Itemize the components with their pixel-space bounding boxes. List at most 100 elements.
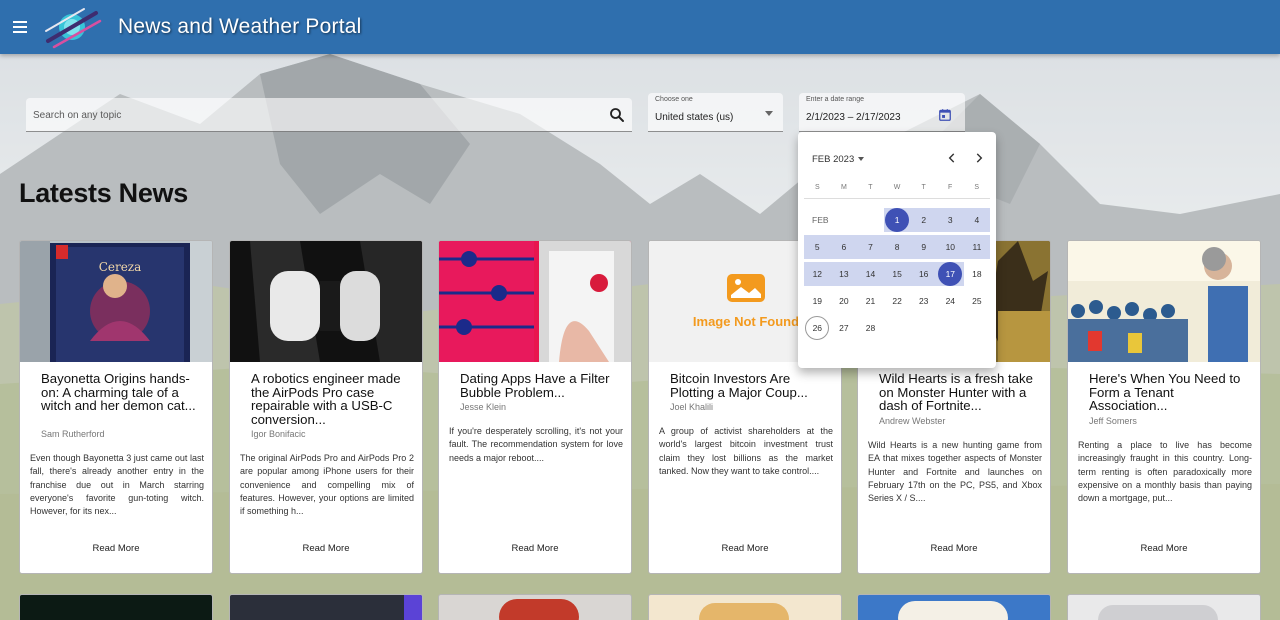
calendar-day[interactable]: 6 bbox=[831, 235, 858, 259]
read-more-button[interactable]: Read More bbox=[1068, 543, 1260, 554]
menu-icon[interactable] bbox=[10, 16, 32, 38]
previous-month-icon[interactable] bbox=[945, 151, 959, 165]
country-select[interactable]: Choose one United states (us) bbox=[648, 93, 783, 132]
calendar-day-label: 22 bbox=[892, 296, 902, 306]
read-more-button[interactable]: Read More bbox=[230, 543, 422, 554]
calendar-day[interactable]: 19 bbox=[804, 289, 831, 313]
calendar-day[interactable]: 28 bbox=[857, 316, 884, 340]
news-author: Igor Bonifacic bbox=[251, 429, 306, 439]
news-card bbox=[229, 594, 423, 620]
calendar-day-label: 7 bbox=[868, 242, 873, 252]
news-card bbox=[438, 594, 632, 620]
calendar-day-label: 16 bbox=[918, 269, 929, 279]
calendar-day[interactable]: 8 bbox=[884, 235, 911, 259]
calendar-day-label: 15 bbox=[892, 269, 902, 279]
calendar-day[interactable]: 16 bbox=[910, 262, 937, 286]
date-range-picker: FEB 2023 SMTWTFS FEB 1 2 3 4 5 6 7 8 9 10 11 12 13 14… bbox=[798, 132, 996, 368]
calendar-day-label: 21 bbox=[865, 296, 876, 306]
calendar-day[interactable]: 25 bbox=[964, 289, 991, 313]
search-input[interactable] bbox=[26, 98, 586, 132]
calendar-day[interactable]: 9 bbox=[910, 235, 937, 259]
calendar-day-label: 11 bbox=[972, 242, 982, 252]
calendar-day-label: 5 bbox=[814, 242, 820, 252]
news-description: Wild Hearts is a new hunting game from E… bbox=[868, 440, 1042, 504]
calendar-day-label: 23 bbox=[918, 296, 929, 306]
news-title[interactable]: A robotics engineer made the AirPods Pro… bbox=[251, 372, 411, 426]
calendar-day[interactable]: 15 bbox=[884, 262, 911, 286]
calendar-day-label: 4 bbox=[974, 215, 980, 225]
calendar-day[interactable]: 24 bbox=[937, 289, 964, 313]
next-month-icon[interactable] bbox=[972, 151, 986, 165]
calendar-day[interactable]: 7 bbox=[857, 235, 884, 259]
calendar-day[interactable]: 4 bbox=[964, 208, 991, 232]
calendar-day-label: 13 bbox=[839, 269, 849, 279]
news-description: The original AirPods Pro and AirPods Pro… bbox=[240, 453, 414, 517]
calendar-icon[interactable] bbox=[938, 108, 952, 122]
date-range-field[interactable]: Enter a date range 2/1/2023 – 2/17/2023 bbox=[799, 93, 965, 132]
calendar-day[interactable]: 17 bbox=[937, 262, 964, 286]
svg-text:Cereza: Cereza bbox=[99, 260, 142, 274]
period-button[interactable]: FEB 2023 bbox=[812, 154, 865, 165]
calendar-day-label: 10 bbox=[945, 242, 956, 252]
calendar-day[interactable]: 2 bbox=[910, 208, 937, 232]
calendar-day[interactable]: 26 bbox=[804, 316, 831, 340]
news-title[interactable]: Bitcoin Investors Are Plotting a Major C… bbox=[670, 372, 830, 399]
divider bbox=[804, 198, 990, 199]
calendar-day[interactable]: 14 bbox=[857, 262, 884, 286]
calendar-day[interactable]: 11 bbox=[964, 235, 991, 259]
weekday-label: W bbox=[893, 184, 901, 191]
chevron-down-icon bbox=[765, 111, 773, 116]
calendar-day[interactable]: 1 bbox=[884, 208, 911, 232]
news-description: A group of activist shareholders at the … bbox=[659, 426, 833, 476]
app-header: News and Weather Portal bbox=[0, 0, 1280, 54]
date-range-value: 2/1/2023 – 2/17/2023 bbox=[806, 112, 901, 123]
weekday-label: S bbox=[974, 184, 980, 191]
read-more-button[interactable]: Read More bbox=[20, 543, 212, 554]
news-title[interactable]: Bayonetta Origins hands-on: A charming t… bbox=[41, 372, 201, 413]
news-image: Cereza bbox=[20, 241, 212, 362]
search-icon[interactable] bbox=[608, 106, 626, 124]
calendar-day[interactable]: 21 bbox=[857, 289, 884, 313]
calendar-day[interactable]: 20 bbox=[831, 289, 858, 313]
portal-logo bbox=[45, 8, 102, 49]
calendar-day-label: 14 bbox=[865, 269, 876, 279]
calendar-day[interactable]: 18 bbox=[964, 262, 991, 286]
weekday-label: S bbox=[814, 184, 820, 191]
calendar-day-label: 24 bbox=[945, 296, 956, 306]
search-box bbox=[26, 98, 632, 132]
news-card bbox=[1067, 594, 1261, 620]
app-title: News and Weather Portal bbox=[118, 15, 362, 38]
country-label: Choose one bbox=[655, 96, 693, 103]
calendar-day-label: 20 bbox=[839, 296, 849, 306]
news-title[interactable]: Wild Hearts is a fresh take on Monster H… bbox=[879, 372, 1039, 413]
calendar-day-label: 3 bbox=[947, 215, 953, 225]
read-more-button[interactable]: Read More bbox=[858, 543, 1050, 554]
news-image bbox=[230, 241, 422, 362]
read-more-button[interactable]: Read More bbox=[439, 543, 631, 554]
calendar-day[interactable]: 13 bbox=[831, 262, 858, 286]
news-image bbox=[1068, 241, 1260, 362]
calendar-day[interactable]: 27 bbox=[831, 316, 858, 340]
news-author: Sam Rutherford bbox=[41, 429, 105, 439]
calendar-day-label: 18 bbox=[972, 269, 982, 279]
calendar-day[interactable]: 23 bbox=[910, 289, 937, 313]
news-description: If you're desperately scrolling, it's no… bbox=[449, 426, 623, 463]
calendar-day[interactable]: 22 bbox=[884, 289, 911, 313]
calendar-day-label: 27 bbox=[839, 323, 849, 333]
read-more-button[interactable]: Read More bbox=[649, 543, 841, 554]
calendar-day[interactable]: 3 bbox=[937, 208, 964, 232]
news-card: Here's When You Need to Form a Tenant As… bbox=[1067, 240, 1261, 574]
news-title[interactable]: Here's When You Need to Form a Tenant As… bbox=[1089, 372, 1249, 413]
news-description: Renting a place to live has become incre… bbox=[1078, 440, 1252, 504]
calendar-day[interactable]: 5 bbox=[804, 235, 831, 259]
news-card: Dating Apps Have a Filter Bubble Problem… bbox=[438, 240, 632, 574]
calendar-day[interactable]: 12 bbox=[804, 262, 831, 286]
calendar-day-label: 26 bbox=[805, 316, 830, 340]
weekday-header: SMTWTFS bbox=[804, 184, 990, 191]
calendar-day[interactable]: 10 bbox=[937, 235, 964, 259]
calendar-day-label: 9 bbox=[921, 242, 927, 252]
period-label: FEB 2023 bbox=[812, 154, 855, 165]
weekday-label: M bbox=[840, 184, 847, 191]
news-title[interactable]: Dating Apps Have a Filter Bubble Problem… bbox=[460, 372, 620, 399]
calendar-day-label: 8 bbox=[894, 242, 900, 252]
